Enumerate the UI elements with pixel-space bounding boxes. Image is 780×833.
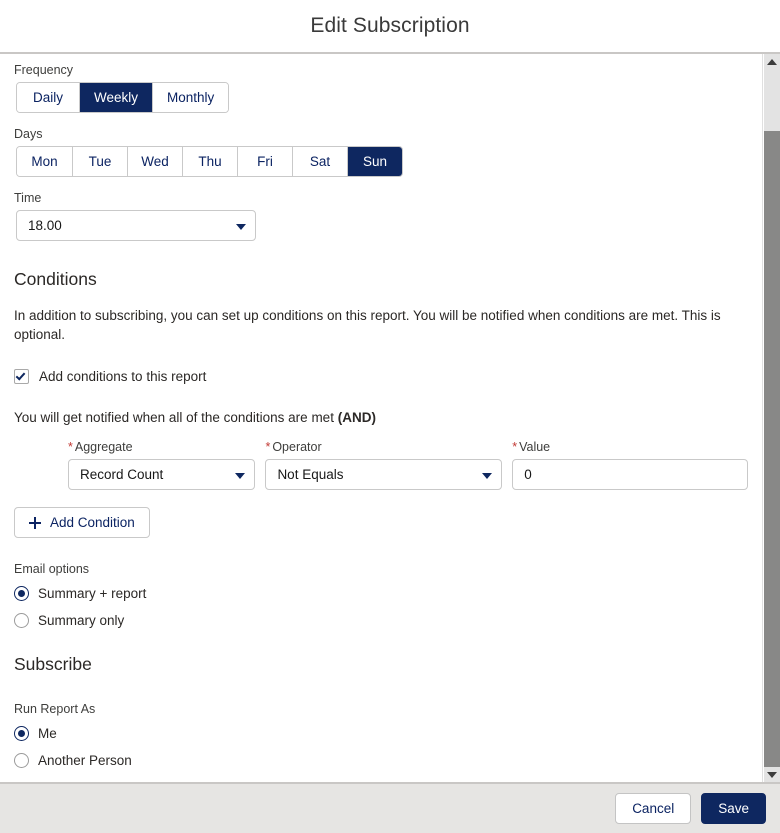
email-option-summary-only-row[interactable]: Summary only: [14, 610, 748, 631]
condition-row: * Aggregate Record Count * Operator Not Eq…: [14, 440, 748, 491]
edit-subscription-modal: Edit Subscription Frequency Daily Weekly…: [0, 0, 780, 833]
save-button[interactable]: Save: [701, 793, 766, 824]
run-report-as-field: Run Report As Me Another Person: [14, 702, 748, 771]
frequency-option-weekly[interactable]: Weekly: [79, 83, 153, 112]
email-option-summary-only-radio[interactable]: [14, 613, 29, 629]
aggregate-label-text: Aggregate: [74, 440, 133, 455]
conditions-notify-text: You will get notified when all of the co…: [14, 408, 738, 427]
time-select[interactable]: 18.00: [16, 210, 256, 241]
chevron-down-icon: [236, 223, 246, 230]
email-option-summary-report-label: Summary + report: [38, 586, 147, 602]
scroll-down-triangle: [767, 771, 777, 778]
scroll-down-arrow-icon[interactable]: [764, 767, 780, 782]
operator-select-value: Not Equals: [277, 467, 344, 483]
add-condition-button-label: Add Condition: [50, 515, 135, 531]
cancel-button[interactable]: Cancel: [615, 793, 692, 824]
required-asterisk: *: [512, 440, 518, 455]
email-option-summary-report-radio[interactable]: [14, 586, 29, 602]
run-as-option-me-label: Me: [38, 726, 57, 742]
run-as-option-another-person-label: Another Person: [38, 753, 132, 769]
modal-footer: Cancel Save: [0, 782, 780, 833]
modal-header: Edit Subscription: [0, 0, 780, 54]
email-option-summary-report-row[interactable]: Summary + report: [14, 583, 748, 604]
operator-label-text: Operator: [272, 440, 322, 455]
modal-body-wrapper: Frequency Daily Weekly Monthly Days Mon …: [0, 54, 780, 782]
page-title: Edit Subscription: [310, 14, 470, 37]
day-option-sun[interactable]: Sun: [347, 147, 402, 176]
conditions-notify-text-operator: (AND): [337, 410, 376, 426]
run-as-option-another-person-radio[interactable]: [14, 753, 29, 769]
value-label: * Value: [512, 440, 748, 455]
aggregate-field: * Aggregate Record Count: [68, 440, 256, 491]
chevron-down-icon: [235, 472, 246, 479]
time-select-value: 18.00: [28, 218, 62, 233]
day-option-thu[interactable]: Thu: [182, 147, 237, 176]
run-as-option-another-person-row[interactable]: Another Person: [14, 750, 748, 771]
email-options-label: Email options: [14, 562, 90, 577]
email-option-summary-only-label: Summary only: [38, 613, 125, 629]
run-report-as-label: Run Report As: [14, 702, 96, 717]
operator-select[interactable]: Not Equals: [265, 459, 503, 491]
day-option-wed[interactable]: Wed: [127, 147, 182, 176]
day-option-mon[interactable]: Mon: [17, 147, 72, 176]
plus-icon: [29, 516, 41, 529]
day-option-tue[interactable]: Tue: [72, 147, 127, 176]
chevron-down-icon: [482, 472, 493, 479]
add-condition-button[interactable]: Add Condition: [14, 507, 150, 539]
time-label: Time: [14, 191, 42, 205]
operator-field: * Operator Not Equals: [265, 440, 503, 491]
email-options-field: Email options Summary + report Summary o…: [14, 562, 748, 631]
value-field: * Value: [512, 440, 748, 491]
scroll-up-arrow-icon[interactable]: [764, 54, 780, 69]
aggregate-select-value: Record Count: [80, 467, 164, 483]
scroll-up-triangle: [767, 58, 777, 65]
value-label-text: Value: [519, 440, 551, 455]
frequency-field: Frequency Daily Weekly Monthly: [14, 63, 748, 113]
day-option-sat[interactable]: Sat: [292, 147, 347, 176]
operator-label: * Operator: [265, 440, 502, 455]
days-button-group[interactable]: Mon Tue Wed Thu Fri Sat Sun: [16, 146, 403, 177]
conditions-description: In addition to subscribing, you can set …: [14, 308, 721, 343]
add-conditions-checkbox[interactable]: [14, 369, 29, 385]
frequency-label: Frequency: [14, 63, 74, 77]
check-icon: [15, 370, 26, 381]
frequency-button-group[interactable]: Daily Weekly Monthly: [16, 82, 230, 113]
scrollbar-thumb[interactable]: [764, 131, 780, 779]
days-field: Days Mon Tue Wed Thu Fri Sat Sun: [14, 127, 748, 177]
frequency-option-daily[interactable]: Daily: [17, 83, 79, 112]
conditions-notify-text-plain: You will get notified when all of the co…: [14, 410, 338, 426]
day-option-fri[interactable]: Fri: [237, 147, 292, 176]
aggregate-label: * Aggregate: [68, 440, 255, 455]
days-label: Days: [14, 127, 43, 141]
value-input[interactable]: [512, 459, 748, 491]
required-asterisk: *: [68, 440, 73, 455]
conditions-heading: Conditions: [14, 269, 97, 289]
aggregate-select[interactable]: Record Count: [68, 459, 256, 491]
required-asterisk: *: [265, 440, 271, 455]
subscribe-heading: Subscribe: [14, 654, 92, 675]
time-field: Time 18.00: [14, 191, 748, 245]
run-as-option-me-row[interactable]: Me: [14, 723, 748, 744]
add-conditions-checkbox-row[interactable]: Add conditions to this report: [14, 369, 748, 385]
body-scrollbar[interactable]: [762, 54, 780, 782]
modal-body: Frequency Daily Weekly Monthly Days Mon …: [0, 54, 762, 782]
run-as-option-me-radio[interactable]: [14, 726, 29, 742]
frequency-option-monthly[interactable]: Monthly: [152, 83, 229, 112]
add-conditions-checkbox-label: Add conditions to this report: [39, 369, 207, 385]
